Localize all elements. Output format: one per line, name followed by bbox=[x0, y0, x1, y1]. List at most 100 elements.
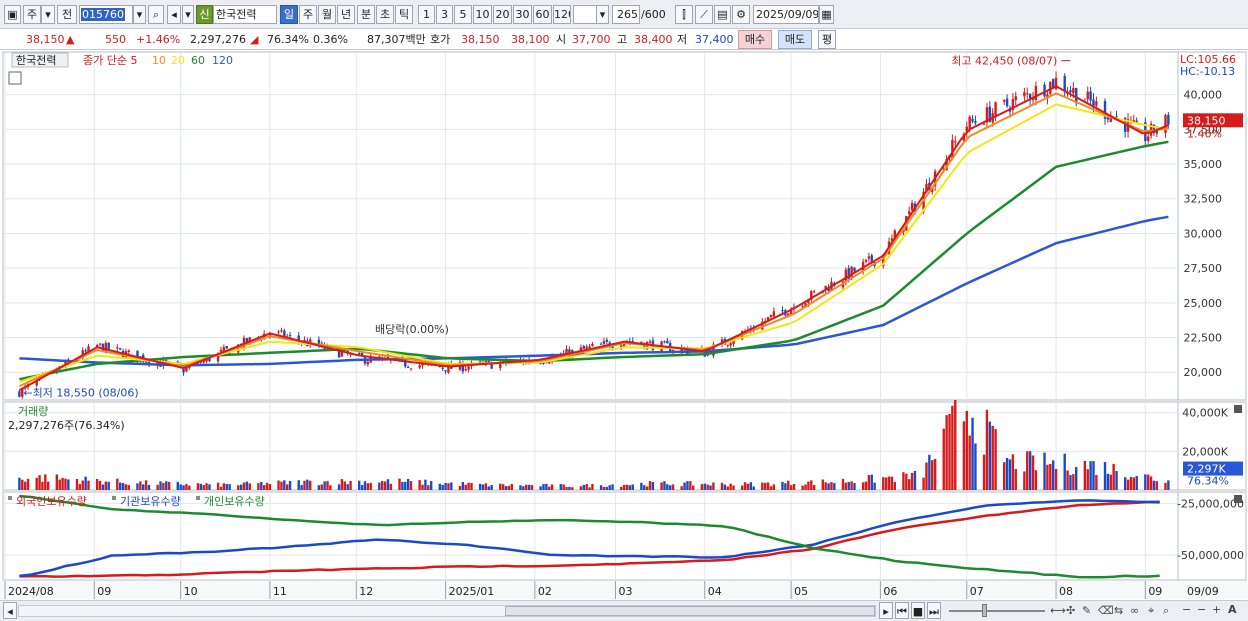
eraser-icon[interactable]: ⌫ bbox=[1098, 604, 1114, 618]
speed-slider[interactable] bbox=[949, 610, 1045, 612]
scrollbar-track[interactable] bbox=[18, 605, 876, 617]
volume-bar bbox=[680, 486, 683, 490]
volume-bar bbox=[571, 487, 574, 490]
candle-body bbox=[910, 202, 914, 211]
draw-icon[interactable]: ✎ bbox=[1082, 604, 1091, 618]
dividend-label: 배당락(0.00%) bbox=[375, 323, 449, 336]
volume-bar bbox=[812, 485, 816, 490]
volume-bar bbox=[349, 481, 352, 490]
volume-bar bbox=[303, 480, 306, 490]
fit-icon[interactable]: ⟷ bbox=[1050, 604, 1066, 618]
speaker-dropdown-icon[interactable]: ▾ bbox=[182, 5, 194, 24]
volume-bar bbox=[1126, 479, 1130, 490]
speed-slider-handle[interactable] bbox=[982, 604, 987, 617]
zoom-out-icon[interactable]: − bbox=[1197, 603, 1206, 617]
volume-bar bbox=[343, 481, 346, 490]
volume-bar bbox=[196, 483, 200, 490]
period-minute-button[interactable]: 분 bbox=[357, 5, 375, 24]
volume-bar bbox=[286, 484, 289, 490]
interval-60-button[interactable]: 60 bbox=[533, 5, 552, 24]
scroll-left-arrow-icon[interactable]: ◂ bbox=[3, 602, 17, 619]
candle-body bbox=[1069, 90, 1072, 93]
chart-area[interactable]: 20,000 22,500 25,000 27,500 30,000 32,500 35,0… bbox=[0, 50, 1248, 600]
candle-icon[interactable]: ⫿ bbox=[675, 5, 693, 24]
scroll-right-arrow-icon[interactable]: ▸ bbox=[879, 602, 893, 619]
high-price: 38,400 bbox=[634, 33, 673, 46]
candle-body bbox=[357, 353, 361, 355]
stock-name-field[interactable]: 한국전력 bbox=[213, 5, 277, 24]
link-icon[interactable]: ∞ bbox=[1130, 604, 1139, 618]
interval-dropdown-icon[interactable]: ▾ bbox=[596, 5, 609, 24]
zoom-in-icon[interactable]: + bbox=[1212, 603, 1221, 617]
volume-bar bbox=[925, 462, 928, 490]
stop-icon[interactable]: ■ bbox=[911, 602, 925, 619]
mode-button[interactable]: 주 bbox=[23, 5, 41, 24]
volume-bar bbox=[530, 485, 534, 490]
volume-bar bbox=[429, 480, 433, 490]
volume-bar bbox=[833, 483, 836, 490]
avg-button[interactable]: 평 bbox=[818, 30, 836, 49]
forward-icon[interactable]: ⏭ bbox=[927, 602, 941, 619]
minus-icon[interactable]: − bbox=[1182, 603, 1191, 617]
up-triangle-icon: ▲ bbox=[66, 33, 75, 46]
price-tick-label: 25,000 bbox=[1184, 297, 1223, 310]
candle-body bbox=[726, 344, 729, 346]
code-dropdown-icon[interactable]: ▾ bbox=[133, 5, 146, 24]
stock-name-label: 한국전력 bbox=[16, 54, 56, 67]
calendar-icon[interactable]: ▦ bbox=[819, 5, 834, 24]
volume-bar bbox=[309, 480, 312, 490]
current-price: 38,150 bbox=[26, 33, 65, 46]
candle-body bbox=[116, 347, 119, 349]
interval-1-button[interactable]: 1 bbox=[418, 5, 435, 24]
draw-tool-icon[interactable]: ⟋ bbox=[695, 5, 713, 24]
magnifier-icon[interactable]: ⌕ bbox=[1163, 604, 1169, 618]
date-axis-label: 06 bbox=[883, 585, 897, 598]
date-input[interactable]: 2025/09/09 bbox=[753, 5, 819, 24]
interval-20-button[interactable]: 20 bbox=[493, 5, 512, 24]
period-year-button[interactable]: 년 bbox=[337, 5, 355, 24]
volume-bar bbox=[913, 470, 917, 490]
period-second-button[interactable]: 초 bbox=[376, 5, 394, 24]
holding-panel-frame bbox=[2, 491, 1247, 581]
hc-label: HC:-10.13 bbox=[1180, 65, 1235, 78]
date-axis-label: 04 bbox=[708, 585, 722, 598]
volume-bar bbox=[928, 454, 931, 490]
window-menu-icon[interactable]: ▣ bbox=[4, 5, 21, 24]
buy-button[interactable]: 매수 bbox=[738, 30, 772, 49]
speaker-icon[interactable]: ◂ bbox=[167, 5, 181, 24]
interval-10-button[interactable]: 10 bbox=[473, 5, 492, 24]
compare-icon[interactable]: ⇆ bbox=[1114, 604, 1123, 618]
volume-bar bbox=[965, 410, 968, 490]
stock-code-input[interactable]: 015760 bbox=[79, 5, 133, 24]
interval-120-button[interactable]: 120 bbox=[553, 5, 571, 24]
period-month-button[interactable]: 월 bbox=[318, 5, 336, 24]
period-tick-button[interactable]: 틱 bbox=[395, 5, 413, 24]
volume-bar bbox=[398, 478, 401, 490]
volume-bar bbox=[58, 479, 61, 490]
gear-icon[interactable]: ⚙ bbox=[732, 5, 750, 24]
sell-button[interactable]: 매도 bbox=[778, 30, 812, 49]
pin-icon[interactable]: ⌖ bbox=[1148, 604, 1154, 618]
volume-pct-label: 76.34% bbox=[1187, 475, 1229, 488]
calc-icon bbox=[8, 71, 22, 85]
candle-body bbox=[994, 102, 997, 116]
last-date-label: 09/09 bbox=[1187, 585, 1219, 598]
scrollbar-thumb[interactable] bbox=[505, 606, 875, 616]
crosshair-icon[interactable]: ✣ bbox=[1066, 604, 1075, 618]
period-day-button[interactable]: 일 bbox=[280, 5, 298, 24]
interval-5-button[interactable]: 5 bbox=[454, 5, 472, 24]
candle-body bbox=[487, 361, 490, 363]
prev-button[interactable]: 전 bbox=[57, 5, 77, 24]
period-week-button[interactable]: 주 bbox=[299, 5, 317, 24]
volume-bar bbox=[280, 481, 283, 490]
candle-body bbox=[974, 121, 977, 123]
count-input[interactable]: 265 bbox=[612, 5, 640, 24]
save-icon[interactable]: ▤ bbox=[714, 5, 731, 24]
mode-dropdown-icon[interactable]: ▾ bbox=[41, 5, 55, 24]
search-icon[interactable]: ⌕ bbox=[148, 5, 164, 24]
rewind-icon[interactable]: ⏮ bbox=[895, 602, 909, 619]
font-size-icon[interactable]: A bbox=[1228, 603, 1237, 617]
interval-3-button[interactable]: 3 bbox=[436, 5, 453, 24]
interval-30-button[interactable]: 30 bbox=[513, 5, 532, 24]
candle-body bbox=[18, 391, 21, 397]
